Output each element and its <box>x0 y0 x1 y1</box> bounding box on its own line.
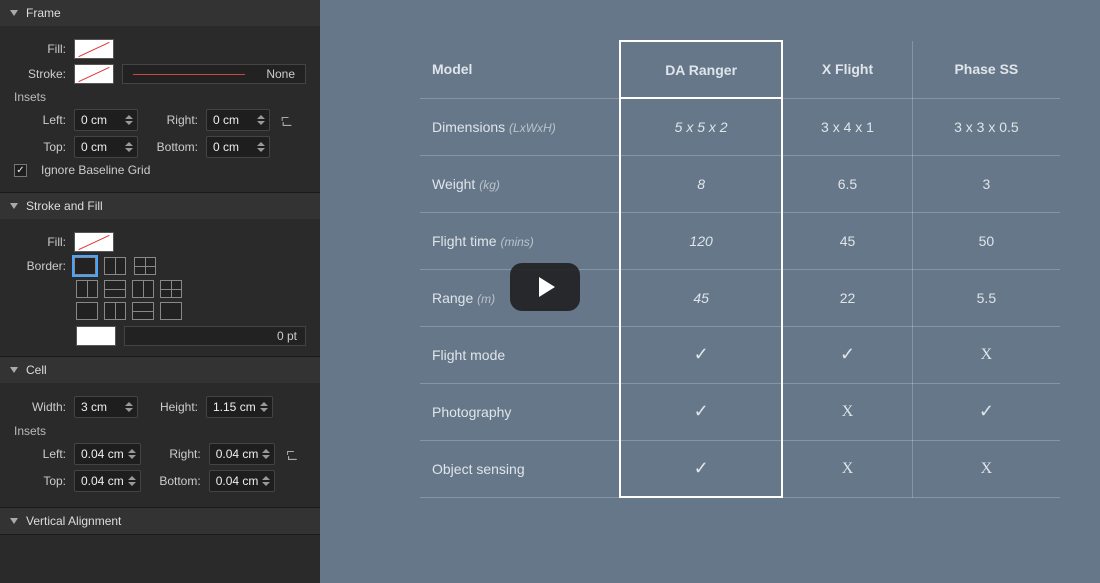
col-header-phase: Phase SS <box>912 41 1060 98</box>
table-cell: 120 <box>620 212 782 269</box>
table-cell: 22 <box>782 269 912 326</box>
cell-bottom-label: Bottom: <box>149 474 201 488</box>
border-opt[interactable] <box>132 280 154 298</box>
cell-inset-bottom[interactable]: 0.04 cm <box>209 470 276 492</box>
table-cell <box>782 440 912 497</box>
table-cell: 5.5 <box>912 269 1060 326</box>
bottom-label: Bottom: <box>146 140 198 154</box>
row-label: Weight (kg) <box>420 155 620 212</box>
cell-top-label: Top: <box>14 474 66 488</box>
link-icon[interactable]: ⌐⌙ <box>280 114 294 126</box>
cell-inset-left[interactable]: 0.04 cm <box>74 443 141 465</box>
frame-section: Frame Fill: Stroke: None Insets Left: 0 … <box>0 0 320 193</box>
inset-left-input[interactable]: 0 cm <box>74 109 138 131</box>
left-label: Left: <box>14 113 66 127</box>
document-canvas[interactable]: Model DA Ranger X Flight Phase SS Dimens… <box>320 0 1100 583</box>
strokefill-header[interactable]: Stroke and Fill <box>0 193 320 219</box>
cell-header[interactable]: Cell <box>0 357 320 383</box>
row-label: Photography <box>420 383 620 440</box>
stroke-weight-slider[interactable]: 0 pt <box>124 326 306 346</box>
border-opt[interactable] <box>104 280 126 298</box>
table-cell: 6.5 <box>782 155 912 212</box>
row-label: Flight time (mins) <box>420 212 620 269</box>
col-header-da: DA Ranger <box>620 41 782 98</box>
ignore-baseline-label: Ignore Baseline Grid <box>41 163 150 177</box>
cell-height-input[interactable]: 1.15 cm <box>206 396 273 418</box>
table-cell: 45 <box>620 269 782 326</box>
border-opt[interactable] <box>132 302 154 320</box>
stroke-style-picker[interactable]: None <box>122 64 306 84</box>
table-cell <box>620 383 782 440</box>
border-label: Border: <box>14 259 66 273</box>
table-cell <box>782 383 912 440</box>
right-label: Right: <box>146 113 198 127</box>
table-cell <box>620 440 782 497</box>
table-cell <box>912 440 1060 497</box>
valign-section: Vertical Alignment <box>0 508 320 535</box>
border-opt[interactable] <box>160 302 182 320</box>
inset-bottom-input[interactable]: 0 cm <box>206 136 270 158</box>
link-icon[interactable]: ⌐⌙ <box>285 448 299 460</box>
frame-header[interactable]: Frame <box>0 0 320 26</box>
border-opt[interactable] <box>76 280 98 298</box>
frame-title: Frame <box>26 6 61 20</box>
border-inner-v[interactable] <box>104 257 126 275</box>
cell-inset-right[interactable]: 0.04 cm <box>209 443 276 465</box>
cell-width-input[interactable]: 3 cm <box>74 396 138 418</box>
ignore-baseline-checkbox[interactable]: ✓ <box>14 164 27 177</box>
insets-label: Insets <box>14 90 306 104</box>
stroke-swatch[interactable] <box>74 64 114 84</box>
inspector-sidebar: Frame Fill: Stroke: None Insets Left: 0 … <box>0 0 320 583</box>
row-header: Model <box>420 41 620 98</box>
cell-inset-top[interactable]: 0.04 cm <box>74 470 141 492</box>
inset-right-input[interactable]: 0 cm <box>206 109 270 131</box>
border-presets-grid <box>76 280 306 320</box>
stroke-color-swatch[interactable] <box>76 326 116 346</box>
border-opt[interactable] <box>76 302 98 320</box>
fill-label: Fill: <box>14 42 66 56</box>
border-opt[interactable] <box>104 302 126 320</box>
cell-left-label: Left: <box>14 447 66 461</box>
border-all[interactable] <box>134 257 156 275</box>
table-cell: 45 <box>782 212 912 269</box>
disclosure-icon <box>10 367 18 373</box>
top-label: Top: <box>14 140 66 154</box>
table-cell: 5 x 5 x 2 <box>620 98 782 155</box>
col-header-x: X Flight <box>782 41 912 98</box>
height-label: Height: <box>146 400 198 414</box>
row-label: Dimensions (LxWxH) <box>420 98 620 155</box>
stroke-label: Stroke: <box>14 67 66 81</box>
cell-insets-label: Insets <box>14 424 306 438</box>
fill-swatch[interactable] <box>74 39 114 59</box>
row-label: Object sensing <box>420 440 620 497</box>
disclosure-icon <box>10 518 18 524</box>
table-cell: 8 <box>620 155 782 212</box>
table-cell: 3 x 4 x 1 <box>782 98 912 155</box>
fill-swatch-2[interactable] <box>74 232 114 252</box>
disclosure-icon <box>10 10 18 16</box>
table-cell <box>912 326 1060 383</box>
valign-title: Vertical Alignment <box>26 514 121 528</box>
strokefill-title: Stroke and Fill <box>26 199 103 213</box>
width-label: Width: <box>14 400 66 414</box>
play-button[interactable] <box>510 263 580 311</box>
fill-label-2: Fill: <box>14 235 66 249</box>
border-opt[interactable] <box>160 280 182 298</box>
table-cell: 3 <box>912 155 1060 212</box>
row-label: Flight mode <box>420 326 620 383</box>
valign-header[interactable]: Vertical Alignment <box>0 508 320 534</box>
cell-section: Cell Width: 3 cm Height: 1.15 cm Insets … <box>0 357 320 508</box>
table-cell <box>620 326 782 383</box>
inset-top-input[interactable]: 0 cm <box>74 136 138 158</box>
table-cell <box>782 326 912 383</box>
table-cell: 3 x 3 x 0.5 <box>912 98 1060 155</box>
border-outer[interactable] <box>74 257 96 275</box>
strokefill-section: Stroke and Fill Fill: Border: <box>0 193 320 357</box>
table-cell: 50 <box>912 212 1060 269</box>
table-cell <box>912 383 1060 440</box>
cell-right-label: Right: <box>149 447 201 461</box>
cell-title: Cell <box>26 363 47 377</box>
disclosure-icon <box>10 203 18 209</box>
